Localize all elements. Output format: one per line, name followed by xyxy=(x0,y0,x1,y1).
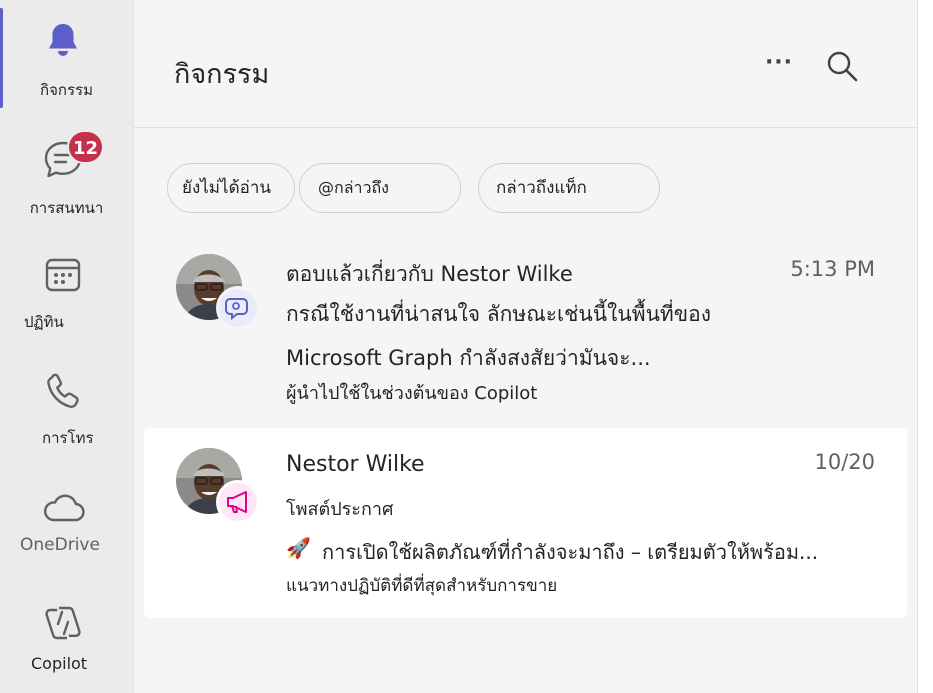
rail-item-onedrive[interactable]: OneDrive xyxy=(0,478,133,588)
phone-icon xyxy=(47,373,79,408)
right-edge-panel xyxy=(917,0,933,693)
rail-label-onedrive: OneDrive xyxy=(20,535,100,555)
megaphone-icon xyxy=(227,491,247,513)
activity-channel: แนวทางปฏิบัติที่ดีที่สุดสำหรับการขาย xyxy=(286,576,558,596)
activity-title: Nestor Wilke xyxy=(286,452,425,477)
bell-icon xyxy=(49,24,77,56)
activity-channel: ผู้นำไปใช้ในช่วงต้นของ Copilot xyxy=(286,383,538,404)
activity-type: โพสต์ประกาศ xyxy=(286,499,394,520)
rail-label-copilot: Copilot xyxy=(31,654,88,673)
activity-item-selected[interactable]: Nestor Wilke 10/20 โพสต์ประกาศ 🚀 การเปิดใ… xyxy=(144,428,907,618)
rail-item-chat[interactable]: การสนทนา xyxy=(0,120,133,230)
filter-tag-mentions[interactable]: กล่าวถึงแท็ก xyxy=(478,163,660,213)
activity-preview: 🚀 การเปิดใช้ผลิตภัณฑ์ที่กำลังจะมาถึง – เต… xyxy=(286,536,902,568)
activity-item[interactable]: ตอบแล้วเกี่ยวกับ Nestor Wilke 5:13 PM กร… xyxy=(144,238,907,418)
rocket-icon: 🚀 xyxy=(286,536,311,560)
activity-pane: กิจกรรม ··· ยังไม่ได้อ่าน @กล่าวถึง กล่า… xyxy=(133,0,918,693)
activity-time: 5:13 PM xyxy=(790,257,875,281)
reply-icon xyxy=(225,298,248,321)
rail-label-activity: กิจกรรม xyxy=(40,81,93,99)
page-title: กิจกรรม xyxy=(174,59,270,90)
rail-label-chat: การสนทนา xyxy=(29,199,104,217)
activity-preview-continued: Microsoft Graph กำลังสงสัยว่ามันจะ... xyxy=(286,346,651,370)
announcement-badge xyxy=(216,480,260,524)
reply-badge xyxy=(216,286,260,330)
rail-item-calendar[interactable]: ปฏิทิน xyxy=(0,240,133,350)
filter-unread[interactable]: ยังไม่ได้อ่าน xyxy=(167,163,295,213)
rail-label-calls: การโทร xyxy=(42,429,94,447)
activity-time: 10/20 xyxy=(814,450,875,474)
calendar-icon xyxy=(45,258,81,292)
pane-header: กิจกรรม ··· xyxy=(134,0,918,128)
activity-preview: กรณีใช้งานที่น่าสนใจ ลักษณะเช่นนี้ในพื้น… xyxy=(286,302,711,326)
cloud-icon xyxy=(44,494,85,522)
more-options-button[interactable]: ··· xyxy=(754,48,804,82)
rail-item-copilot[interactable]: Copilot xyxy=(0,590,133,693)
rail-item-activity[interactable]: กิจกรรม xyxy=(0,0,133,110)
app-rail: กิจกรรม การสนทนา 12 ปฏิทิน การโทร OneDri… xyxy=(0,0,133,693)
rail-label-calendar: ปฏิทิน xyxy=(24,313,64,331)
search-icon[interactable] xyxy=(822,46,862,86)
filter-mentions[interactable]: @กล่าวถึง xyxy=(299,163,461,213)
activity-preview-text: การเปิดใช้ผลิตภัณฑ์ที่กำลังจะมาถึง – เตร… xyxy=(322,540,819,564)
rail-item-calls[interactable]: การโทร xyxy=(0,358,133,468)
activity-title: ตอบแล้วเกี่ยวกับ Nestor Wilke xyxy=(286,262,573,286)
unread-count-badge: 12 xyxy=(67,130,104,164)
copilot-icon xyxy=(45,606,81,640)
